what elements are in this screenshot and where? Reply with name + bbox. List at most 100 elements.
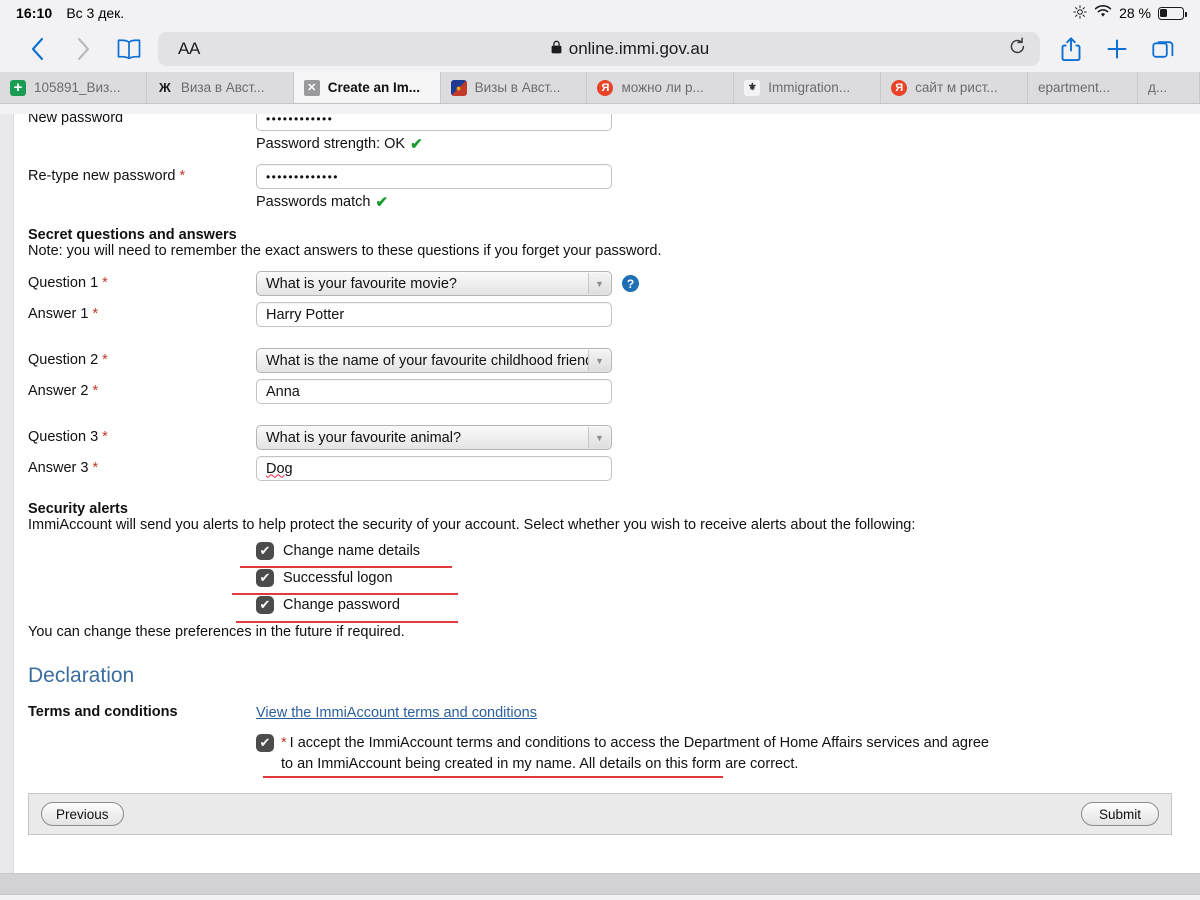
- required-marker: *: [92, 383, 99, 399]
- wifi-icon: [1094, 5, 1112, 21]
- terms-link[interactable]: View the ImmiAccount terms and condition…: [256, 705, 537, 721]
- password-strength-text: Password strength: OK: [256, 136, 406, 152]
- tab-title: Create an Im...: [327, 80, 421, 95]
- security-alert-options: ✔ Change name details ✔ Successful logon…: [232, 542, 1176, 623]
- coat-of-arms-icon: ⚜: [744, 79, 761, 96]
- declaration-heading: Declaration: [28, 664, 135, 687]
- answer-1-row: Answer 1 * Harry Potter: [28, 302, 1176, 327]
- checkbox-change-name-details[interactable]: ✔: [256, 542, 274, 560]
- new-tab-button[interactable]: [1094, 30, 1140, 68]
- battery-icon: [1158, 6, 1187, 20]
- address-bar[interactable]: online.immi.gov.au: [220, 32, 1040, 66]
- browser-tab-active[interactable]: ✕ Create an Im...: [293, 72, 441, 103]
- answer-3-label-text: Answer 3: [28, 460, 89, 476]
- chevron-down-icon[interactable]: ▼: [588, 273, 610, 294]
- secret-questions-note: Note: you will need to remember the exac…: [28, 243, 662, 259]
- status-bar: 16:10 Вс 3 дек. 28 %: [0, 0, 1200, 26]
- tab-title: Визы в Авст...: [474, 80, 561, 95]
- question-1-value: What is your favourite movie?: [266, 275, 457, 292]
- annotation-underline: [240, 566, 452, 568]
- submit-button[interactable]: Submit: [1081, 802, 1159, 826]
- bottom-strip: [0, 894, 1200, 900]
- answer-2-input[interactable]: Anna: [256, 379, 612, 404]
- reload-button[interactable]: [1009, 37, 1026, 61]
- answer-3-input[interactable]: Dog: [256, 456, 612, 481]
- new-password-input[interactable]: ••••••••••••: [256, 114, 612, 131]
- browser-tab[interactable]: Я можно ли р...: [587, 72, 735, 103]
- tab-title: Виза в Авст...: [180, 80, 265, 95]
- required-marker: *: [102, 352, 108, 368]
- page-viewport: New password •••••••••••• Password stren…: [0, 114, 1200, 900]
- form-footer: Previous Submit: [28, 793, 1172, 835]
- question-3-select[interactable]: What is your favourite animal? ▼: [256, 425, 612, 450]
- tab-title: можно ли р...: [621, 80, 704, 95]
- question-3-label: Question 3 *: [28, 425, 256, 445]
- security-alerts-footer-note: You can change these preferences in the …: [28, 624, 405, 640]
- retype-password-input[interactable]: •••••••••••••: [256, 164, 612, 189]
- back-button[interactable]: [14, 30, 60, 68]
- browser-tab[interactable]: 105891_Виз...: [0, 72, 147, 103]
- yandex-icon: Я: [597, 79, 614, 96]
- alert-label: Change password: [283, 597, 400, 613]
- checkbox-successful-logon[interactable]: ✔: [256, 569, 274, 587]
- ipad-safari-screen: 16:10 Вс 3 дек. 28 % AA online.immi.gov.…: [0, 0, 1200, 900]
- tab-title: сайт м рист...: [915, 80, 998, 95]
- accept-terms-row[interactable]: ✔ * I accept the ImmiAccount terms and co…: [256, 733, 1176, 778]
- answer-1-label-text: Answer 1: [28, 306, 89, 322]
- answer-3-value: Dog: [266, 460, 293, 477]
- browser-tab[interactable]: Я сайт м рист...: [881, 72, 1029, 103]
- browser-tab[interactable]: Ж Виза в Авст...: [146, 72, 294, 103]
- question-3-row: Question 3 * What is your favourite anima…: [28, 425, 1176, 450]
- required-marker: *: [102, 275, 108, 291]
- browser-tab[interactable]: Визы в Авст...: [440, 72, 588, 103]
- password-strength-hint: Password strength: OK ✔: [256, 135, 1176, 153]
- checkbox-accept-terms[interactable]: ✔: [256, 734, 274, 752]
- browser-tab[interactable]: epartment...: [1028, 72, 1139, 103]
- previous-button[interactable]: Previous: [41, 802, 124, 826]
- alert-option-change-password[interactable]: ✔ Change password: [256, 596, 1176, 614]
- browser-tab[interactable]: ⚜ Immigration...: [734, 72, 882, 103]
- retype-password-label: Re-type new password *: [28, 164, 256, 184]
- text-size-button[interactable]: AA: [158, 32, 220, 66]
- forward-button[interactable]: [60, 30, 106, 68]
- security-alerts-section: Security alerts ImmiAccount will send yo…: [28, 501, 1176, 640]
- chevron-down-icon[interactable]: ▼: [588, 427, 610, 448]
- tab-title: д...: [1148, 80, 1168, 95]
- answer-3-label: Answer 3 *: [28, 456, 256, 476]
- lock-icon: [551, 40, 562, 59]
- answer-1-input[interactable]: Harry Potter: [256, 302, 612, 327]
- answer-3-row: Answer 3 * Dog: [28, 456, 1176, 481]
- answer-1-label: Answer 1 *: [28, 302, 256, 322]
- form-content: New password •••••••••••• Password stren…: [0, 114, 1200, 836]
- question-1-label: Question 1 *: [28, 271, 256, 291]
- question-2-select[interactable]: What is the name of your favourite child…: [256, 348, 612, 373]
- tab-overview-button[interactable]: [1140, 30, 1186, 68]
- chevron-down-icon[interactable]: ▼: [588, 350, 610, 371]
- secret-questions-section: Secret questions and answers Note: you w…: [28, 227, 1176, 259]
- share-button[interactable]: [1048, 30, 1094, 68]
- bookmarks-button[interactable]: [106, 30, 152, 68]
- alert-option-successful-logon[interactable]: ✔ Successful logon: [256, 569, 1176, 587]
- required-marker: *: [92, 460, 99, 476]
- x-icon: ✕: [303, 79, 320, 96]
- browser-tab[interactable]: д...: [1138, 72, 1200, 103]
- required-marker: *: [281, 735, 287, 751]
- text-size-label: AA: [177, 39, 201, 58]
- passwords-match-hint: Passwords match ✔: [256, 193, 1176, 211]
- checkbox-change-password[interactable]: ✔: [256, 596, 274, 614]
- question-1-row: Question 1 * What is your favourite movie…: [28, 271, 1176, 296]
- alert-option-change-name[interactable]: ✔ Change name details: [256, 542, 1176, 560]
- answer-2-label: Answer 2 *: [28, 379, 256, 399]
- accept-terms-text: I accept the ImmiAccount terms and condi…: [281, 735, 989, 772]
- annotation-underline: [236, 621, 458, 623]
- help-icon[interactable]: ?: [622, 275, 639, 292]
- question-2-label-text: Question 2: [28, 352, 99, 368]
- zh-icon: Ж: [158, 80, 171, 95]
- yandex-icon: Я: [891, 79, 908, 96]
- status-time: 16:10: [16, 5, 53, 21]
- required-marker: *: [92, 306, 99, 322]
- battery-percent: 28 %: [1119, 5, 1151, 21]
- question-1-select[interactable]: What is your favourite movie? ▼: [256, 271, 612, 296]
- check-icon: ✔: [410, 136, 423, 153]
- new-password-row: New password •••••••••••• Password stren…: [28, 114, 1176, 153]
